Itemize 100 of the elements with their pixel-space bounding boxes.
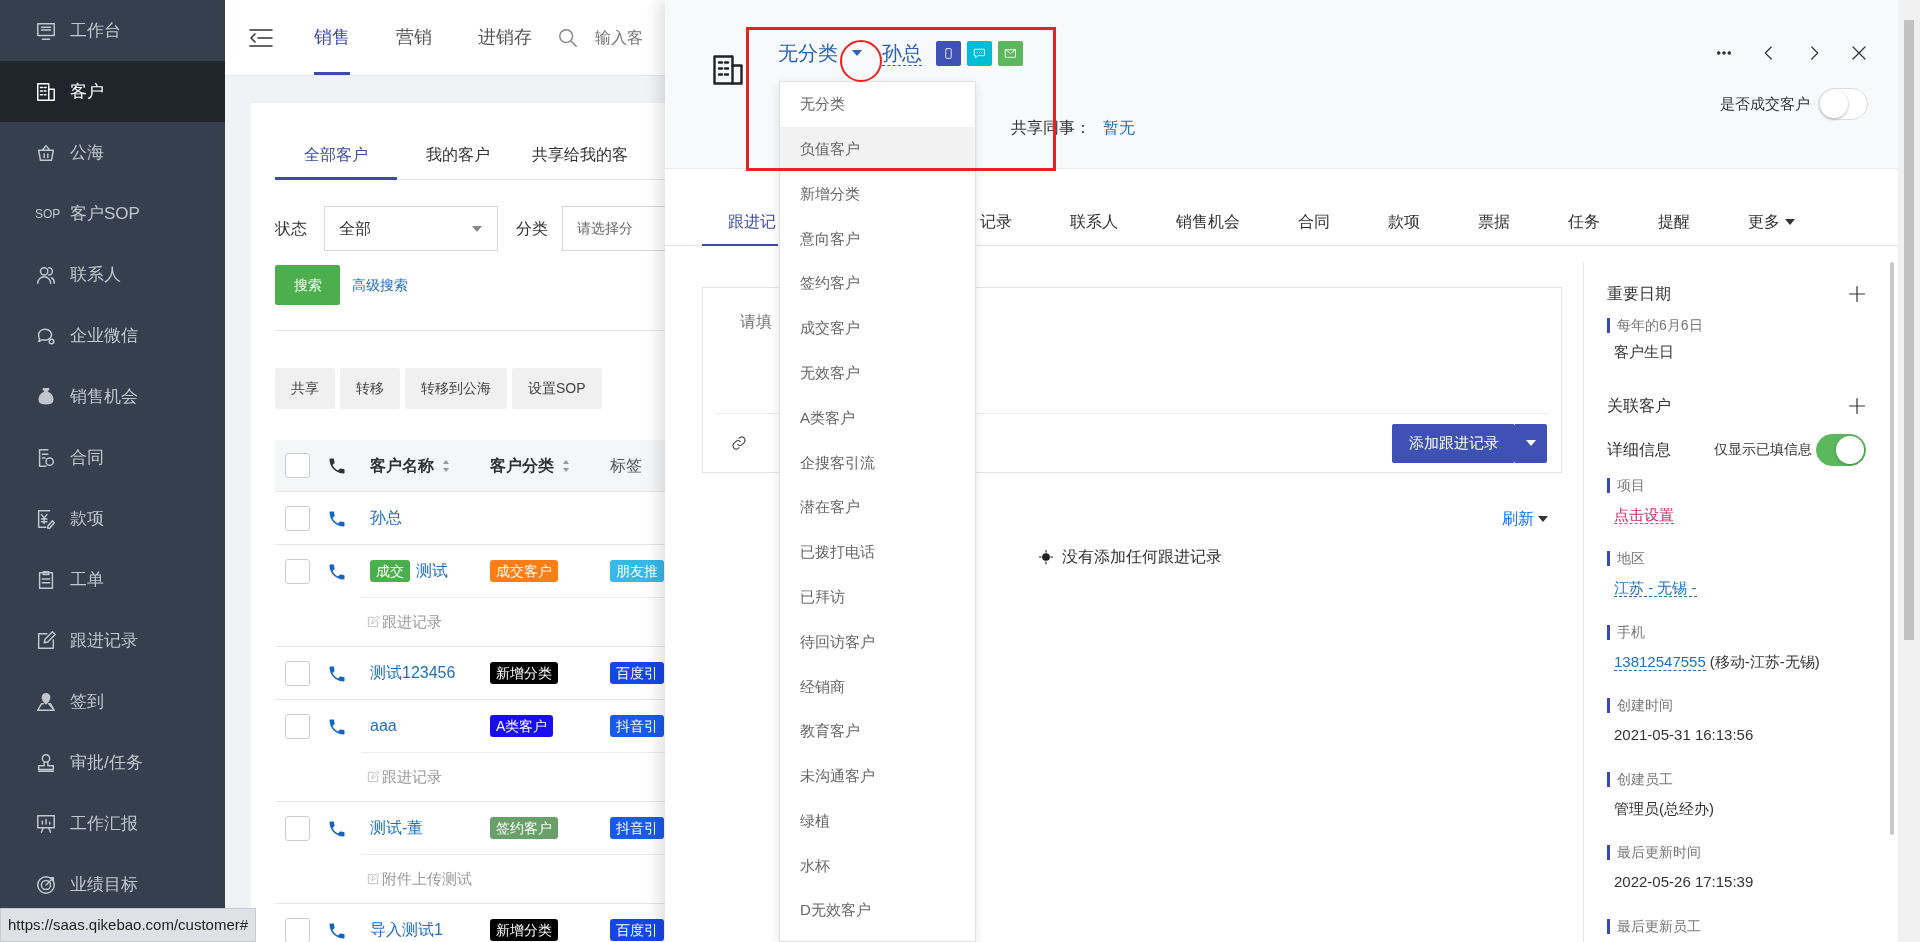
menu-item[interactable]: 新增分类 [780,171,975,217]
shared-colleagues-link[interactable]: 暂无 [1103,116,1135,140]
customer-name-link[interactable]: aaa [370,714,397,738]
sidebar-item[interactable]: 客户 [0,61,225,122]
add-record-button[interactable]: 添加跟进记录 [1392,423,1515,463]
tag-badge: 朋友推 [610,559,664,582]
nav-tab[interactable]: 营销 [396,0,432,75]
row-checkbox[interactable] [285,713,310,739]
link-icon[interactable] [731,435,747,451]
field-value-link[interactable]: 13812547555 [1614,652,1706,671]
bulb-icon [1038,549,1054,565]
field-value-link[interactable]: 江苏 - 无锡 - [1614,579,1697,597]
detail-tab[interactable]: 更多 [1738,200,1805,246]
list-tab[interactable]: 全部客户 [275,133,397,180]
column-header[interactable]: 客户名称 [370,453,434,478]
sidebar-item[interactable]: 签到 [0,671,225,732]
customer-name-link[interactable]: 测试-董 [370,816,424,840]
menu-item[interactable]: 教育客户 [780,709,975,754]
select-all-checkbox[interactable] [285,453,310,478]
menu-item[interactable]: 负值客户 [780,126,975,172]
row-checkbox[interactable] [285,660,310,686]
menu-item[interactable]: D无效客户 [780,888,975,934]
tag-badge: 抖音引 [610,816,664,839]
filter-label: 状态 [275,218,307,239]
menu-item[interactable]: 成交客户 [780,306,975,351]
sidebar-item[interactable]: 跟进记录 [0,610,225,671]
customer-name-link[interactable]: 孙总 [882,40,922,66]
building-icon [35,80,57,103]
menu-item[interactable]: 已拜访 [780,574,975,620]
plus-icon[interactable] [1848,285,1866,303]
detail-tab[interactable]: 联系人 [1060,200,1128,246]
action-button[interactable]: 转移 [340,368,400,409]
list-tab[interactable]: 共享给我的客 [519,133,641,180]
scrollbar-thumb[interactable] [1904,20,1914,640]
detail-tab[interactable]: 提醒 [1648,200,1700,246]
customer-name-link[interactable]: 导入测试1 [370,918,443,942]
advanced-search-link[interactable]: 高级搜索 [352,274,408,296]
sort-icon[interactable] [442,458,450,473]
row-checkbox[interactable] [285,505,310,531]
sidebar-item[interactable]: 工单 [0,549,225,610]
customer-name-link[interactable]: 孙总 [370,506,402,530]
row-checkbox[interactable] [285,815,310,841]
action-button[interactable]: 转移到公海 [405,368,507,409]
action-button[interactable]: 共享 [275,368,335,409]
sidebar-item[interactable]: 款项 [0,488,225,549]
sidebar-item[interactable]: 联系人 [0,244,225,305]
menu-item[interactable]: 潜在客户 [780,485,975,530]
detail-tab[interactable]: 票据 [1468,200,1520,246]
list-tab[interactable]: 我的客户 [397,133,519,180]
sidebar-item[interactable]: 审批/任务 [0,732,225,793]
customer-name-link[interactable]: 测试123456 [370,661,456,685]
detail-tab[interactable]: 款项 [1378,200,1430,246]
category-badge: A类客户 [490,714,554,737]
customer-name-link[interactable]: 测试 [416,559,448,583]
detail-tab[interactable]: 销售机会 [1166,200,1250,246]
sidebar-item[interactable]: SOP 客户SOP [0,183,225,244]
row-checkbox[interactable] [285,558,310,584]
field-label: 项目 [1607,477,1886,493]
sidebar-item[interactable]: 工作汇报 [0,793,225,854]
field-note: (移动-江苏-无锡) [1709,652,1820,670]
menu-item[interactable]: 绿植 [780,798,975,844]
row-checkbox[interactable] [285,917,310,942]
sidebar-item[interactable]: 合同 [0,427,225,488]
sidebar-item[interactable]: 企业微信 [0,305,225,366]
payment-icon [35,507,57,530]
nav-tab[interactable]: 销售 [314,0,350,75]
sort-icon[interactable] [562,458,570,473]
menu-item[interactable]: 无分类 [780,82,975,127]
refresh-dropdown[interactable]: 刷新 [1502,507,1548,531]
detail-tab[interactable]: 任务 [1558,200,1610,246]
menu-item[interactable]: 无效客户 [780,350,975,396]
category-badge: 签约客户 [490,816,558,839]
toggle-switch[interactable] [1816,433,1866,466]
select-field[interactable]: 全部 [324,206,498,251]
search-icon[interactable] [557,26,579,49]
category-dropdown[interactable]: 无分类 [778,38,862,68]
follow-up-note: 附件上传测试 [382,868,472,889]
close-icon[interactable] [1850,44,1868,62]
dropdown-toggle-button[interactable] [1515,423,1547,463]
sidebar-item[interactable]: 公海 [0,122,225,183]
menu-item[interactable]: 经销商 [780,664,975,710]
menu-item[interactable]: 意向客户 [780,216,975,262]
nav-tab[interactable]: 进销存 [478,0,532,75]
action-button[interactable]: 设置SOP [512,368,602,409]
sidebar-item[interactable]: 销售机会 [0,366,225,427]
menu-item[interactable]: 水杯 [780,843,975,889]
contact-button[interactable] [936,40,961,66]
highlight-circle [840,40,882,82]
field-label: 手机 [1607,624,1886,640]
plus-icon[interactable] [1848,396,1866,415]
detail-tab[interactable]: 合同 [1288,200,1340,246]
menu-item[interactable]: 已拨打电话 [780,529,975,575]
menu-collapse-icon[interactable] [248,26,274,49]
column-header[interactable]: 标签 [610,453,642,478]
field-label: 创建员工 [1607,771,1886,787]
column-header[interactable]: 客户分类 [490,453,554,478]
sidebar-item[interactable]: 工作台 [0,0,225,61]
set-value-link[interactable]: 点击设置 [1614,505,1674,524]
menu-item[interactable]: 待回访客户 [780,619,975,665]
menu-item[interactable]: 未沟通客户 [780,753,975,799]
